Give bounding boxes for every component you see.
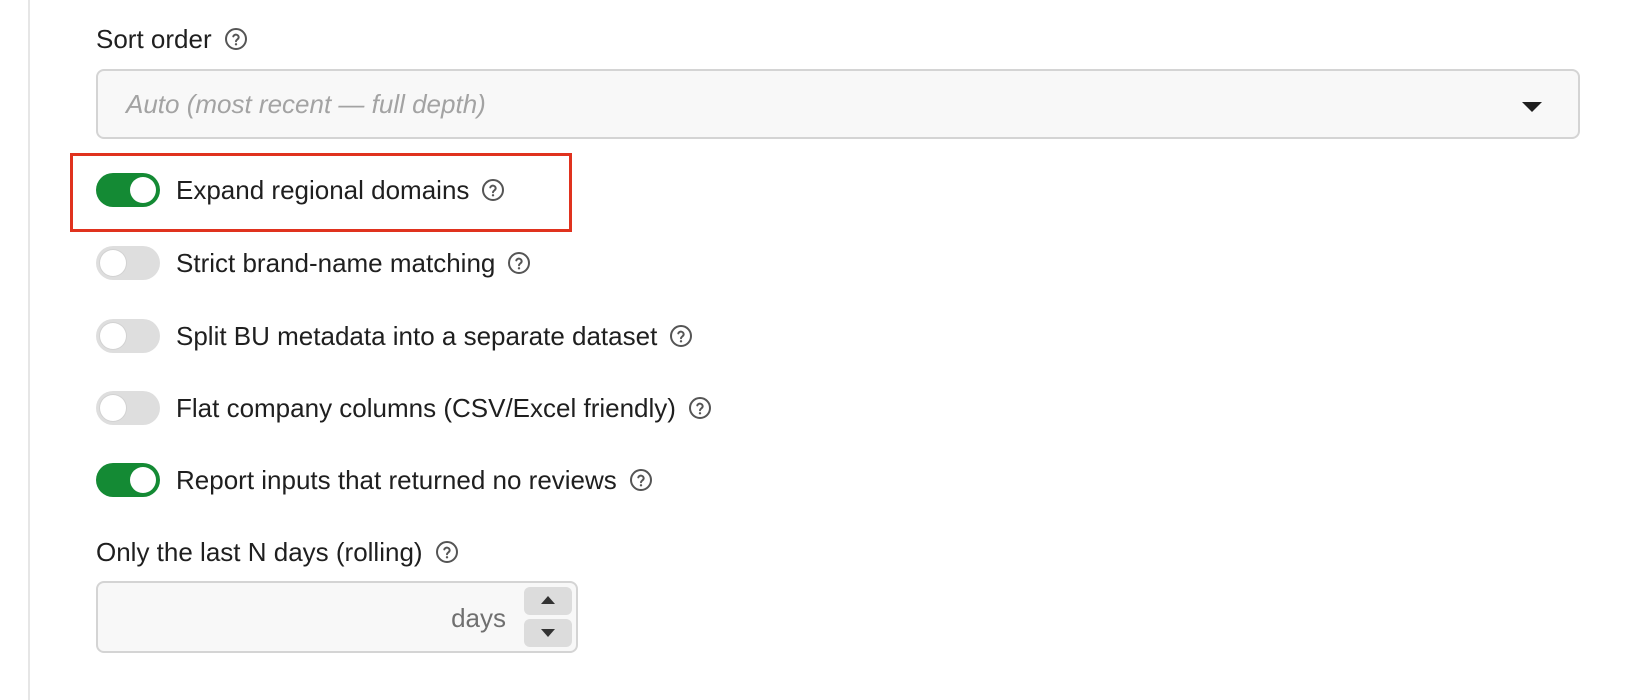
sort-order-label: Sort order bbox=[96, 24, 212, 54]
toggle-knob bbox=[130, 177, 156, 203]
split-bu-metadata-toggle[interactable] bbox=[96, 319, 160, 353]
toggle-label: Report inputs that returned no reviews bbox=[176, 464, 617, 495]
report-inputs-no-reviews-toggle[interactable] bbox=[96, 463, 160, 497]
expand-regional-domains-toggle[interactable] bbox=[96, 173, 160, 207]
sort-order-placeholder: Auto (most recent — full depth) bbox=[126, 89, 486, 119]
help-icon[interactable] bbox=[629, 468, 653, 492]
caret-down-icon bbox=[541, 629, 555, 637]
sort-order-select[interactable]: Auto (most recent — full depth) bbox=[96, 69, 1580, 139]
decrement-button[interactable] bbox=[524, 619, 572, 647]
help-icon[interactable] bbox=[435, 540, 459, 564]
flat-company-columns-toggle[interactable] bbox=[96, 391, 160, 425]
help-icon[interactable] bbox=[688, 396, 712, 420]
last-n-days-input[interactable]: days bbox=[96, 581, 578, 653]
last-n-days-label: Only the last N days (rolling) bbox=[96, 537, 423, 567]
increment-button[interactable] bbox=[524, 587, 572, 615]
toggle-row-expand-regional-domains: Expand regional domains bbox=[96, 172, 505, 208]
toggle-row-strict-brand-name-matching: Strict brand-name matching bbox=[96, 245, 531, 281]
toggle-row-flat-company-columns: Flat company columns (CSV/Excel friendly… bbox=[96, 390, 712, 426]
caret-up-icon bbox=[541, 596, 555, 604]
toggle-label: Split BU metadata into a separate datase… bbox=[176, 320, 658, 351]
last-n-days-label-row: Only the last N days (rolling) bbox=[96, 537, 459, 567]
toggle-knob bbox=[100, 250, 126, 276]
toggle-label: Strict brand-name matching bbox=[176, 247, 496, 278]
toggle-label: Flat company columns (CSV/Excel friendly… bbox=[176, 392, 676, 423]
strict-brand-name-matching-toggle[interactable] bbox=[96, 246, 160, 280]
toggle-row-report-inputs-no-reviews: Report inputs that returned no reviews bbox=[96, 462, 653, 498]
help-icon[interactable] bbox=[507, 251, 531, 275]
caret-down-icon bbox=[1522, 102, 1542, 112]
help-icon[interactable] bbox=[669, 324, 693, 348]
toggle-knob bbox=[100, 395, 126, 421]
toggle-knob bbox=[100, 323, 126, 349]
help-icon[interactable] bbox=[224, 27, 248, 51]
help-icon[interactable] bbox=[481, 178, 505, 202]
toggle-row-split-bu-metadata: Split BU metadata into a separate datase… bbox=[96, 318, 693, 354]
toggle-label: Expand regional domains bbox=[176, 174, 470, 205]
days-unit-label: days bbox=[451, 603, 506, 633]
sort-order-label-row: Sort order bbox=[96, 24, 248, 54]
toggle-knob bbox=[130, 467, 156, 493]
